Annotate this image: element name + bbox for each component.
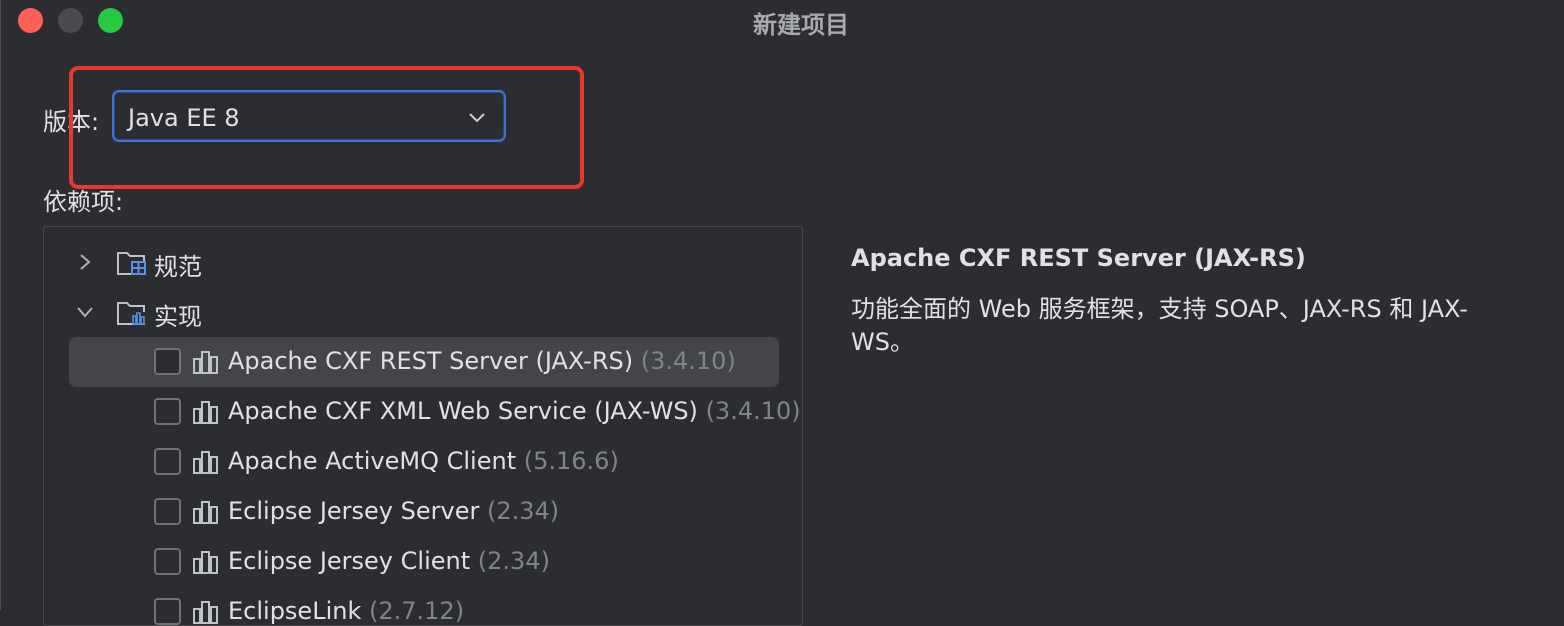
dependency-item[interactable]: Eclipse Jersey Client (2.34) <box>44 537 802 587</box>
library-icon <box>193 351 218 374</box>
dependency-item[interactable]: Apache ActiveMQ Client (5.16.6) <box>44 437 802 487</box>
tree-group-spec[interactable]: 规范 <box>44 237 802 287</box>
dependencies-label: 依赖项: <box>43 188 124 216</box>
tree-group-impl[interactable]: 实现 <box>44 287 802 337</box>
dependency-version: (2.34) <box>477 547 550 575</box>
folder-impl-icon <box>117 302 145 325</box>
new-project-window: 新建项目 版本: Java EE 8 依赖项: 规范 实现 Apache CXF… <box>0 0 1564 626</box>
dependencies-tree[interactable]: 规范 实现 Apache CXF REST Server (JAX-RS) (3… <box>43 226 803 626</box>
dependency-version: (2.7.12) <box>369 597 465 625</box>
dependency-label: EclipseLink (2.7.12) <box>228 597 464 625</box>
dependency-item[interactable]: Apache CXF XML Web Service (JAX-WS) (3.4… <box>44 387 802 437</box>
annotation-highlight-box <box>69 66 584 189</box>
tree-group-label: 实现 <box>154 303 202 331</box>
chevron-down-icon[interactable] <box>74 301 96 323</box>
dependency-label: Eclipse Jersey Server (2.34) <box>228 497 559 525</box>
dependency-version: (3.4.10) <box>705 397 801 425</box>
window-title: 新建项目 <box>753 11 849 39</box>
tree-group-label: 规范 <box>154 253 202 281</box>
dependency-name: Apache ActiveMQ Client <box>228 447 517 475</box>
dependency-version: (5.16.6) <box>523 447 619 475</box>
dependency-name: Apache CXF REST Server (JAX-RS) <box>228 347 634 375</box>
folder-spec-icon <box>117 252 146 275</box>
library-icon <box>193 451 218 474</box>
title-bar: 新建项目 <box>1 0 1564 40</box>
dependency-label: Eclipse Jersey Client (2.34) <box>228 547 550 575</box>
dependency-name: EclipseLink <box>228 597 362 625</box>
library-icon <box>193 501 218 524</box>
library-icon <box>193 601 218 624</box>
dependency-label: Apache CXF XML Web Service (JAX-WS) (3.4… <box>228 397 801 425</box>
dependency-item[interactable]: Apache CXF REST Server (JAX-RS) (3.4.10) <box>44 337 802 387</box>
dependency-item[interactable]: Eclipse Jersey Server (2.34) <box>44 487 802 537</box>
dependency-label: Apache ActiveMQ Client (5.16.6) <box>228 447 619 475</box>
library-icon <box>193 401 218 424</box>
dependency-checkbox[interactable] <box>154 498 181 525</box>
library-icon <box>193 551 218 574</box>
dependency-name: Apache CXF XML Web Service (JAX-WS) <box>228 397 698 425</box>
dependency-checkbox[interactable] <box>154 398 181 425</box>
dependency-checkbox[interactable] <box>154 548 181 575</box>
dependency-version: (2.34) <box>486 497 560 525</box>
dependency-label: Apache CXF REST Server (JAX-RS) (3.4.10) <box>228 347 736 375</box>
dependency-item[interactable]: EclipseLink (2.7.12) <box>44 587 802 625</box>
description-text: 功能全面的 Web 服务框架，支持 SOAP、JAX-RS 和 JAX-WS。 <box>851 295 1468 356</box>
dependency-checkbox[interactable] <box>154 448 181 475</box>
dependency-checkbox[interactable] <box>154 348 181 375</box>
dependency-name: Eclipse Jersey Client <box>228 547 471 575</box>
dependency-name: Eclipse Jersey Server <box>228 497 480 525</box>
dependency-checkbox[interactable] <box>154 598 181 625</box>
chevron-right-icon[interactable] <box>74 251 96 273</box>
dependency-version: (3.4.10) <box>640 347 736 375</box>
description-title: Apache CXF REST Server (JAX-RS) <box>851 244 1306 272</box>
